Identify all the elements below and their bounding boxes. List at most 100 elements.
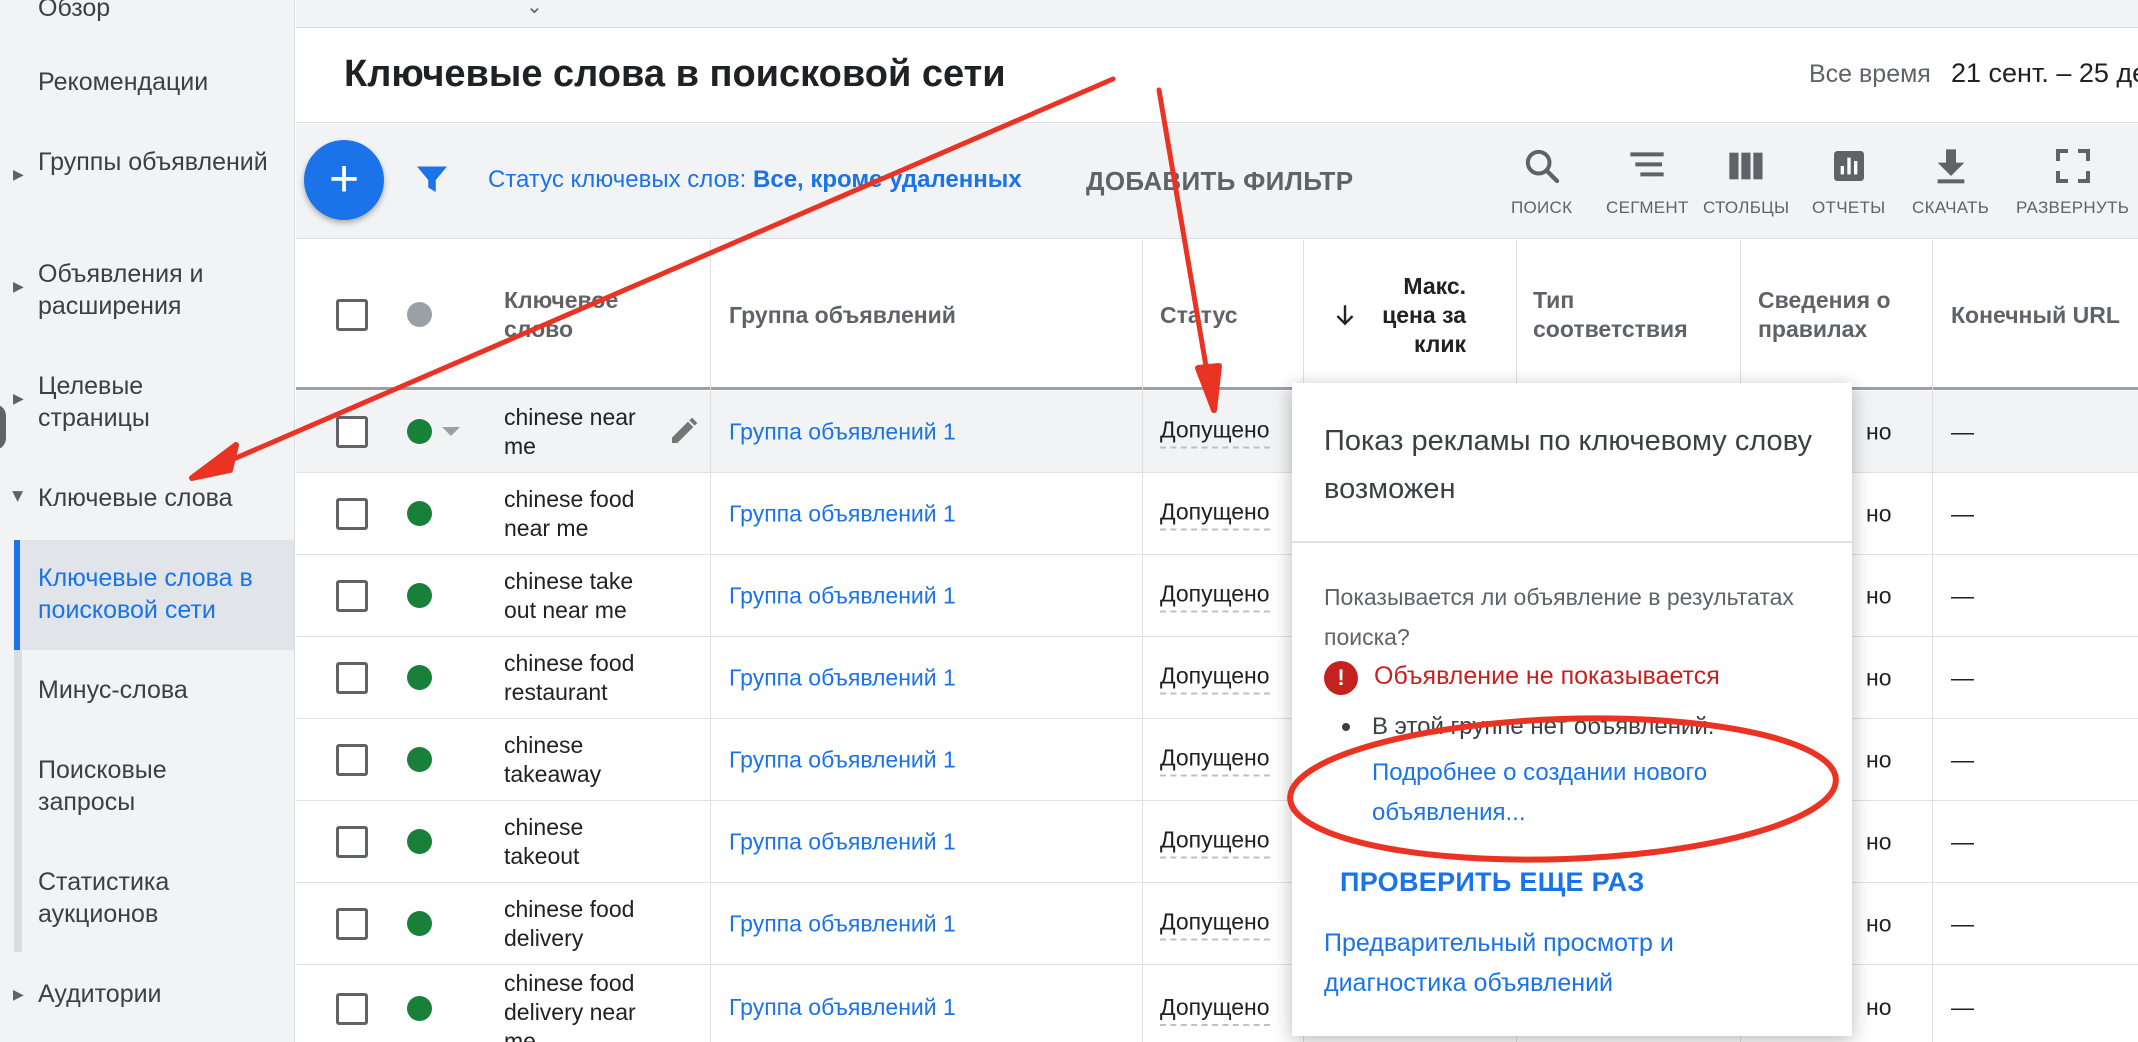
filter-icon[interactable] [414,162,450,198]
table-row[interactable]: chinese food delivery Группа объявлений … [296,883,2138,965]
table-row[interactable]: chinese takeout Группа объявлений 1 Допу… [296,801,2138,883]
sidebar-item-recommendations[interactable]: Рекомендации [38,66,288,98]
column-rules[interactable]: Сведения о правилах [1758,240,1908,390]
row-checkbox[interactable] [336,498,368,530]
ad-group-link[interactable]: Группа объявлений 1 [729,581,956,610]
preview-diagnostics-link[interactable]: Предварительный просмотр и диагностика о… [1324,923,1794,1003]
ad-group-link[interactable]: Группа объявлений 1 [729,745,956,774]
rules-text: но [1866,582,1892,608]
ad-group-link[interactable]: Группа объявлений 1 [729,827,956,856]
search-label: ПОИСК [1511,198,1573,217]
column-keyword[interactable]: Ключевое слово [504,240,654,390]
caret-down-icon[interactable]: ▶ [10,491,27,502]
add-keyword-button[interactable]: + [304,140,384,220]
date-range-label[interactable]: Все время [1809,60,1931,89]
status-text[interactable]: Допущено [1160,661,1270,694]
ad-group-link[interactable]: Группа объявлений 1 [729,499,956,528]
column-ad-group-label: Группа объявлений [729,301,956,328]
status-filter-chip[interactable]: Статус ключевых слов: Все, кроме удаленн… [488,166,1022,194]
check-again-button[interactable]: ПРОВЕРИТЬ ЕЩЕ РАЗ [1340,867,1645,898]
caret-right-icon[interactable]: ▶ [13,986,24,1003]
status-caret-icon[interactable] [442,427,460,436]
sidebar-item-search-keywords[interactable]: Ключевые слова в поисковой сети [38,562,278,626]
table-row[interactable]: chinese food restaurant Группа объявлени… [296,637,2138,719]
ad-group-link[interactable]: Группа объявлений 1 [729,993,956,1022]
sidebar-collapse-handle[interactable] [0,404,6,450]
column-ad-group[interactable]: Группа объявлений [729,240,956,390]
table-row[interactable]: chinese take out near me Группа объявлен… [296,555,2138,637]
row-checkbox[interactable] [336,662,368,694]
columns-button[interactable]: СТОЛБЦЫ [1703,146,1789,218]
status-dot-enabled[interactable] [407,747,432,772]
rules-text: но [1866,500,1892,526]
status-text[interactable]: Допущено [1160,907,1270,940]
expand-button[interactable]: РАЗВЕРНУТЬ [2016,146,2129,218]
status-text[interactable]: Допущено [1160,743,1270,776]
search-button[interactable]: ПОИСК [1511,146,1572,218]
status-dot-enabled[interactable] [407,501,432,526]
keyword-text: chinese near me [504,403,636,459]
status-dot-enabled[interactable] [407,665,432,690]
add-filter-button[interactable]: ДОБАВИТЬ ФИЛЬТР [1086,166,1353,197]
sidebar-item-landing-pages[interactable]: Целевые страницы [38,370,238,434]
column-max-cpc[interactable]: Макс. цена за клик [1332,240,1482,390]
rules-text: но [1866,994,1892,1020]
status-dot-enabled[interactable] [407,583,432,608]
status-text[interactable]: Допущено [1160,497,1270,530]
row-checkbox[interactable] [336,744,368,776]
column-status-label: Статус [1160,301,1238,328]
segment-button[interactable]: СЕГМЕНТ [1606,146,1689,218]
status-dot-enabled[interactable] [407,911,432,936]
status-details-popup: Показ рекламы по ключевому слову возможе… [1292,383,1852,1036]
status-text[interactable]: Допущено [1160,825,1270,858]
date-range-value[interactable]: 21 сент. – 25 де [1951,58,2138,89]
ad-group-link[interactable]: Группа объявлений 1 [729,417,956,446]
sidebar-item-overview[interactable]: Обзор [38,0,288,24]
reports-button[interactable]: ОТЧЕТЫ [1812,146,1886,218]
status-text[interactable]: Допущено [1160,415,1270,448]
sidebar-item-audiences[interactable]: Аудитории [38,978,288,1010]
table-row[interactable]: chinese near me Группа объявлений 1 Допу… [296,391,2138,473]
caret-right-icon[interactable]: ▶ [13,390,24,407]
download-button[interactable]: СКАЧАТЬ [1912,146,1989,218]
edit-pencil-icon[interactable] [668,415,700,447]
select-all-checkbox[interactable] [336,299,368,331]
row-checkbox[interactable] [336,416,368,448]
keyword-text: chinese food delivery [504,895,635,951]
sidebar-item-auction-insights[interactable]: Статистика аукционов [38,866,238,930]
status-text[interactable]: Допущено [1160,579,1270,612]
row-checkbox[interactable] [336,908,368,940]
table-row[interactable]: chinese takeaway Группа объявлений 1 Доп… [296,719,2138,801]
sidebar-item-keywords[interactable]: Ключевые слова [38,482,288,514]
sidebar-item-search-terms[interactable]: Поисковые запросы [38,754,238,818]
final-url-text: — [1951,582,1974,608]
status-text[interactable]: Допущено [1160,993,1270,1026]
table-row[interactable]: chinese food near me Группа объявлений 1… [296,473,2138,555]
popup-question: Показывается ли объявление в результатах… [1324,584,1794,650]
caret-right-icon[interactable]: ▶ [13,166,24,183]
popup-reason: В этой группе нет объявлений. [1372,713,1715,740]
columns-label: СТОЛБЦЫ [1703,198,1790,217]
learn-more-link[interactable]: Подробнее о создании нового объявления..… [1372,753,1812,833]
column-final-url[interactable]: Конечный URL [1951,240,2120,390]
status-dot-enabled[interactable] [407,829,432,854]
column-rules-label: Сведения о правилах [1758,287,1891,342]
ad-group-link[interactable]: Группа объявлений 1 [729,909,956,938]
sidebar-item-ad-groups[interactable]: Группы объявлений [38,146,268,178]
status-dot-enabled[interactable] [407,419,432,444]
caret-right-icon[interactable]: ▶ [13,278,24,295]
row-checkbox[interactable] [336,993,368,1025]
status-dot-header[interactable] [407,302,432,327]
ad-group-link[interactable]: Группа объявлений 1 [729,663,956,692]
column-keyword-label: Ключевое слово [504,287,619,342]
keyword-text: chinese food restaurant [504,649,635,705]
column-status[interactable]: Статус [1160,240,1238,390]
column-match-type[interactable]: Тип соответствия [1533,240,1703,390]
table-row[interactable]: chinese food delivery near me Группа объ… [296,965,2138,1042]
row-checkbox[interactable] [336,580,368,612]
status-dot-enabled[interactable] [407,996,432,1021]
sidebar-item-ads-extensions[interactable]: Объявления и расширения [38,258,268,322]
row-checkbox[interactable] [336,826,368,858]
keyword-text: chinese food delivery near me [504,970,636,1042]
sidebar-item-negative-keywords[interactable]: Минус-слова [38,674,288,706]
